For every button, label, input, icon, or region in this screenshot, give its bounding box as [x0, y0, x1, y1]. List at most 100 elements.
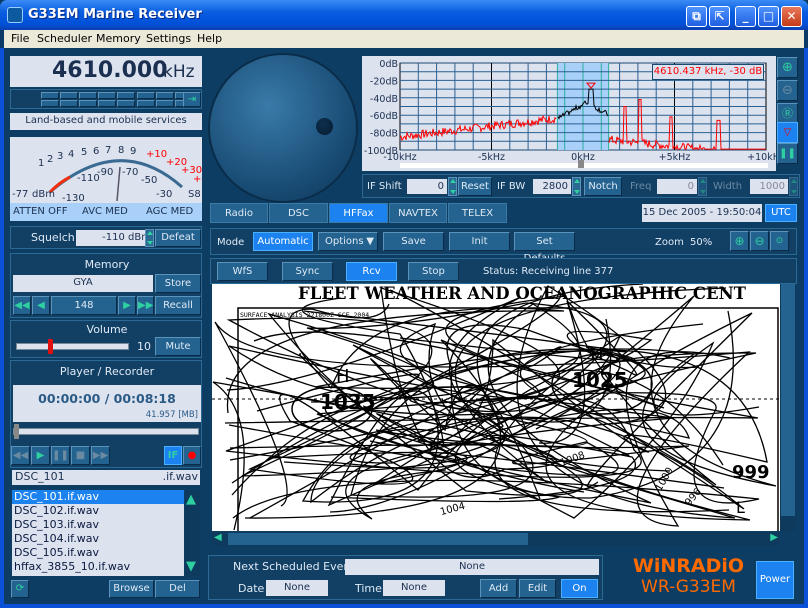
scroll-down-icon[interactable]: ▼: [186, 559, 196, 574]
file-list-item[interactable]: DSC_104.if.wav: [12, 532, 184, 546]
digit-up-button[interactable]: [41, 92, 59, 99]
minimize-button[interactable]: _: [735, 6, 756, 27]
digit-down-button[interactable]: [41, 100, 59, 107]
menu-memory[interactable]: Memory: [96, 32, 141, 45]
zoom-reset-icon[interactable]: Ⓡ: [777, 103, 798, 124]
digit-up-button[interactable]: [79, 92, 97, 99]
stop-icon[interactable]: ■: [71, 446, 90, 465]
memory-channel[interactable]: 148: [51, 296, 117, 315]
mute-button[interactable]: Mute: [155, 337, 201, 356]
digit-down-button[interactable]: [156, 100, 174, 107]
close-button[interactable]: ✕: [781, 6, 802, 27]
memory-name-input[interactable]: GYA: [13, 275, 153, 292]
squelch-input[interactable]: -110 dBm: [76, 230, 154, 246]
digit-down-button[interactable]: [60, 100, 78, 107]
menu-file[interactable]: File: [11, 32, 29, 45]
playback-slider[interactable]: [13, 424, 199, 439]
zoom-out-icon[interactable]: ⊖: [777, 80, 798, 101]
fax-zoom-out-icon[interactable]: ⊖: [750, 231, 769, 251]
scroll-left-icon[interactable]: ◀: [214, 532, 222, 543]
digit-up-button[interactable]: [60, 92, 78, 99]
fax-hscroll-thumb[interactable]: [228, 533, 528, 545]
tab-navtex[interactable]: NAVTEX: [389, 203, 447, 223]
power-button[interactable]: Power: [756, 561, 794, 599]
scroll-right-icon[interactable]: ▶: [770, 532, 778, 543]
refresh-icon[interactable]: ⟳: [11, 580, 29, 598]
browse-button[interactable]: Browse: [109, 580, 154, 598]
tab-dsc[interactable]: DSC: [269, 203, 328, 223]
atten-status[interactable]: ATTEN OFF: [13, 206, 67, 217]
store-button[interactable]: Store: [155, 274, 201, 293]
digit-down-button[interactable]: [98, 100, 116, 107]
pan-thumb[interactable]: [578, 160, 584, 168]
recall-button[interactable]: Recall: [155, 296, 201, 315]
notch-width-input[interactable]: 1000: [750, 179, 788, 194]
tuning-knob[interactable]: [210, 55, 356, 201]
volume-slider[interactable]: [16, 339, 129, 354]
volume-thumb[interactable]: [47, 339, 53, 354]
zoom-in-icon[interactable]: ⊕: [777, 57, 798, 78]
tab-telex[interactable]: TELEX: [448, 203, 507, 223]
file-list-item[interactable]: DSC_101.if.wav: [12, 490, 184, 504]
rewind-icon[interactable]: ◀◀: [11, 446, 30, 465]
tab-hffax[interactable]: HFFax: [329, 203, 388, 223]
defeat-button[interactable]: Defeat: [155, 229, 201, 247]
options-dropdown[interactable]: Options ▼: [318, 232, 378, 251]
avc-status[interactable]: AVC MED: [82, 206, 128, 217]
squelch-spinner[interactable]: [145, 229, 154, 247]
save-button[interactable]: Save: [383, 232, 444, 251]
lock-icon[interactable]: ⇥: [183, 92, 201, 107]
spectrum-pause-icon[interactable]: ❚❚: [777, 143, 798, 164]
pause-icon[interactable]: ❚❚: [51, 446, 70, 465]
if-shift-spinner[interactable]: [448, 177, 457, 196]
sync-button[interactable]: Sync: [282, 262, 333, 281]
fax-zoom-in-icon[interactable]: ⊕: [730, 231, 749, 251]
file-list[interactable]: DSC_101.if.wav DSC_102.if.wav DSC_103.if.w…: [12, 490, 184, 576]
digit-down-button[interactable]: [117, 100, 135, 107]
reset-button[interactable]: Reset: [458, 177, 492, 196]
file-list-scrollbar[interactable]: ▲ ▼: [185, 490, 200, 576]
stop-button[interactable]: Stop: [408, 262, 459, 281]
tab-radio[interactable]: Radio: [210, 203, 268, 223]
agc-status[interactable]: AGC MED: [146, 206, 193, 217]
file-list-item[interactable]: hffax_3855_10.if.wav: [12, 560, 184, 574]
notch-width-spinner[interactable]: [789, 177, 798, 196]
menu-help[interactable]: Help: [197, 32, 222, 45]
edit-event-button[interactable]: Edit: [519, 579, 556, 598]
detach-icon[interactable]: ⇱: [709, 6, 730, 27]
scroll-up-icon[interactable]: ▲: [186, 492, 196, 507]
mode-automatic-button[interactable]: Automatic: [253, 232, 313, 251]
receive-button[interactable]: Rcv: [346, 262, 397, 281]
digit-up-button[interactable]: [156, 92, 174, 99]
file-list-item[interactable]: DSC_105.if.wav: [12, 546, 184, 560]
scheduler-on-toggle[interactable]: On: [561, 579, 598, 598]
last-memory-icon[interactable]: ▶▶: [137, 296, 154, 315]
fax-vertical-scrollbar[interactable]: [780, 284, 796, 531]
menu-scheduler[interactable]: Scheduler: [37, 32, 92, 45]
spectrum-panel[interactable]: 0dB -20dB -40dB -60dB -80dB -100dB -10kHz -5kHz…: [362, 56, 776, 171]
fax-scroll-thumb[interactable]: [781, 284, 795, 516]
next-memory-icon[interactable]: ▶: [118, 296, 136, 315]
digit-down-button[interactable]: [137, 100, 155, 107]
set-defaults-button[interactable]: Set Defaults: [514, 232, 575, 264]
playback-thumb[interactable]: [14, 424, 19, 439]
delete-button[interactable]: Del: [155, 580, 200, 598]
knob-grip[interactable]: [316, 118, 333, 135]
utc-toggle[interactable]: UTC: [765, 204, 797, 222]
record-icon[interactable]: ●: [183, 446, 201, 465]
add-event-button[interactable]: Add: [480, 579, 517, 598]
restore-icon[interactable]: ⧉: [686, 6, 707, 27]
first-memory-icon[interactable]: ◀◀: [13, 296, 31, 315]
notch-freq-spinner[interactable]: [698, 177, 707, 196]
play-icon[interactable]: ▶: [31, 446, 50, 465]
if-record-toggle[interactable]: IF: [164, 446, 182, 465]
frequency-display[interactable]: 4610.000 kHz: [10, 56, 202, 87]
notch-button[interactable]: Notch: [584, 177, 622, 196]
digit-up-button[interactable]: [137, 92, 155, 99]
digit-up-button[interactable]: [98, 92, 116, 99]
init-button[interactable]: Init: [449, 232, 510, 251]
if-shift-input[interactable]: 0: [407, 179, 447, 194]
filename-field[interactable]: DSC_101 .if.wav: [12, 470, 200, 485]
digit-down-button[interactable]: [79, 100, 97, 107]
maximize-button[interactable]: □: [758, 6, 779, 27]
